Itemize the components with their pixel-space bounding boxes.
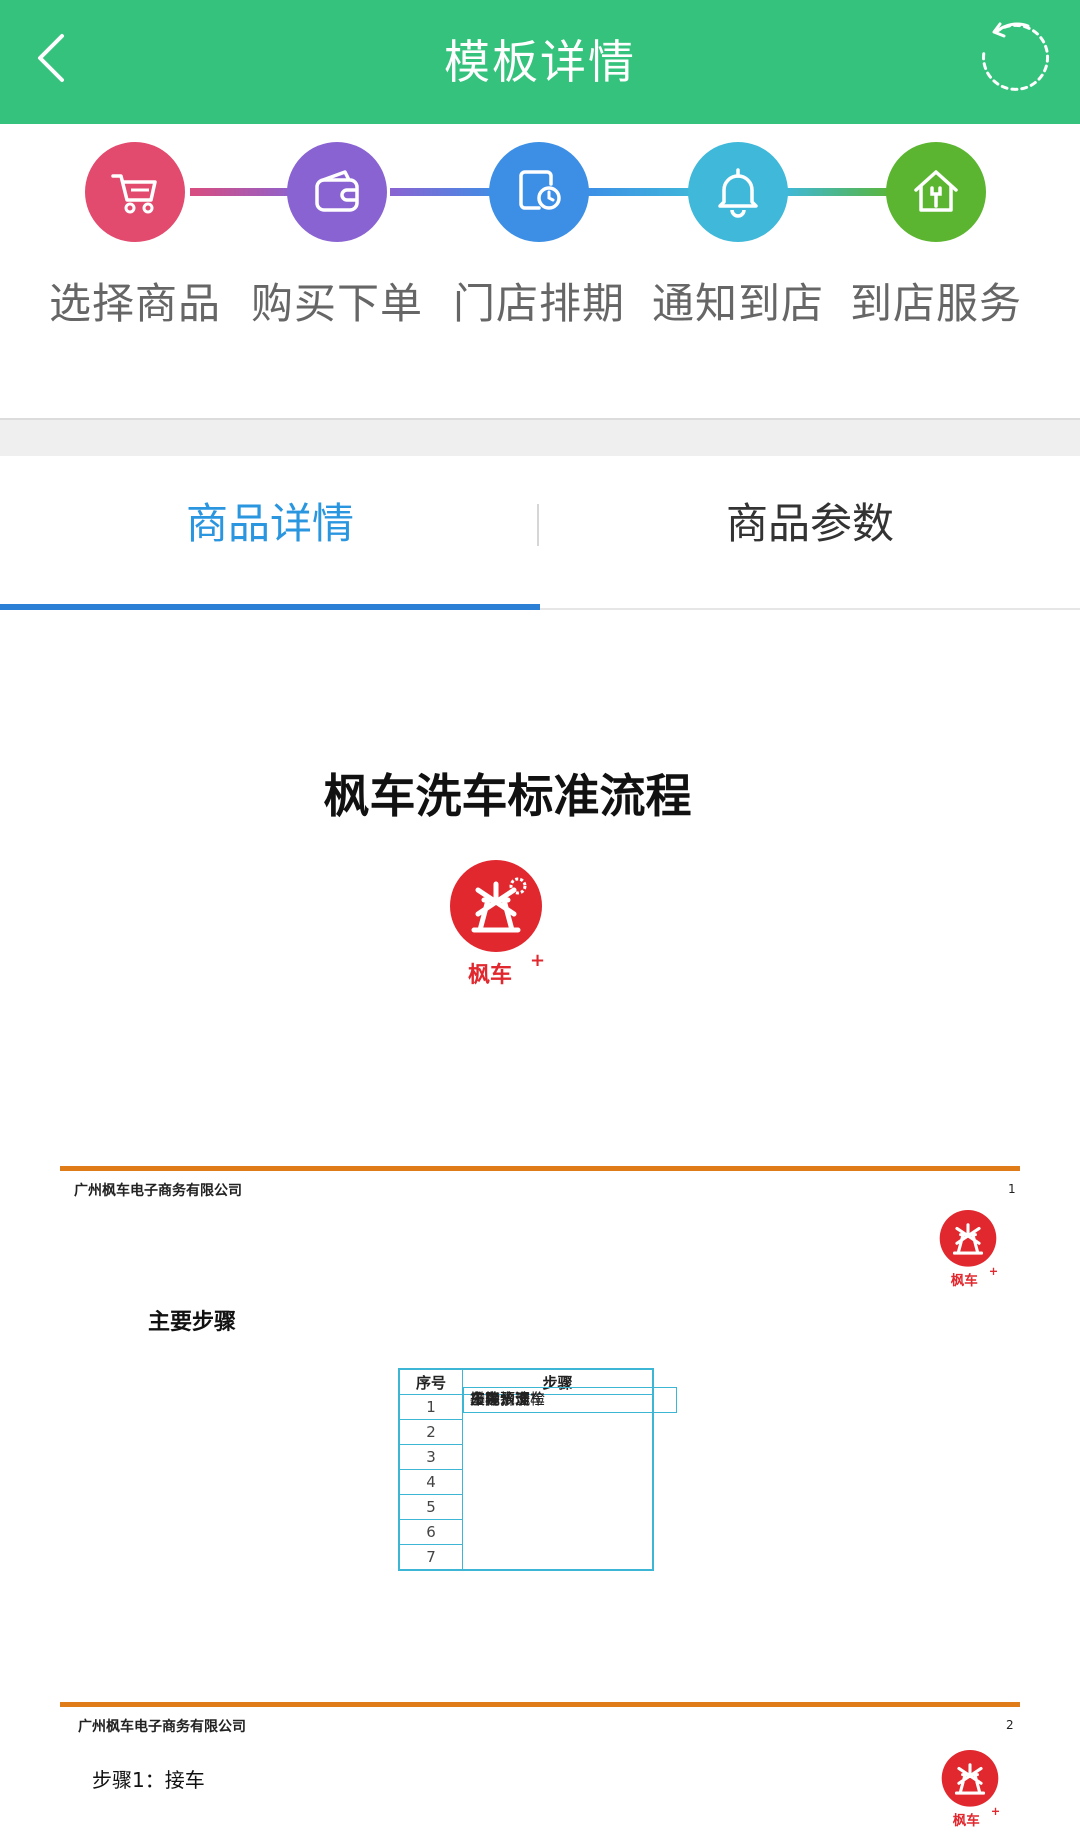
table-header-cell: 序号	[398, 1368, 463, 1395]
svg-text:枫车: 枫车	[951, 1272, 979, 1289]
svg-text:枫车: 枫车	[953, 1812, 981, 1829]
app-header: 模板详情	[0, 0, 1080, 124]
wallet-icon	[287, 142, 387, 242]
document-title: 枫车洗车标准流程	[323, 769, 692, 823]
step-select-goods: 选择商品	[35, 142, 235, 331]
schedule-icon	[489, 142, 589, 242]
tab-separator	[537, 504, 539, 546]
table-row: 2 车辆预洗	[398, 1387, 677, 1445]
brand-logo-small: 枫车 +	[941, 1750, 1000, 1829]
tab-bar: 商品详情 商品参数	[0, 456, 1080, 610]
page-number: 1	[1008, 1182, 1016, 1196]
process-steps: 选择商品 购买下单 门店排期 通知到店 到店服务	[0, 124, 1080, 418]
company-name: 广州枫车电子商务有限公司	[74, 1183, 242, 1199]
table-cell: 3	[398, 1444, 463, 1470]
step-label: 购买下单	[250, 279, 423, 328]
step-label: 到店服务	[849, 279, 1022, 328]
page-title: 模板详情	[444, 35, 636, 89]
steps-table: 序号 步骤 1 接车，环检 2 车辆预洗 3 车身清洗 4 去除水渍 5 车内清洁 6 上光…	[398, 1368, 677, 1571]
table-row: 6 上光护理	[398, 1387, 677, 1545]
tab-product-params[interactable]: 商品参数	[540, 456, 1080, 606]
table-cell: 6	[398, 1519, 463, 1545]
brand-logo-small: 枫车 +	[939, 1210, 998, 1289]
product-detail-content: 枫车洗车标准流程 枫车 + 广州枫车电子商务有限公司 1 枫车 + 主要步骤 序…	[0, 610, 1080, 1840]
page-number: 2	[1006, 1718, 1014, 1732]
page-divider-line	[60, 1166, 1020, 1171]
refresh-icon	[982, 22, 1050, 91]
step-store-schedule: 门店排期	[439, 142, 639, 331]
step-label: 选择商品	[48, 279, 221, 328]
table-cell: 4	[398, 1469, 463, 1495]
bell-icon	[688, 142, 788, 242]
service-home-icon	[886, 142, 986, 242]
svg-text:枫车: 枫车	[468, 962, 512, 988]
tab-product-details[interactable]: 商品详情	[0, 456, 540, 606]
table-cell: 5	[398, 1494, 463, 1520]
table-row: 3 车身清洗	[398, 1387, 677, 1470]
table-cell: 7	[398, 1544, 463, 1571]
section-divider	[0, 418, 1080, 458]
table-row: 7 质检，交车	[398, 1387, 677, 1571]
refresh-button[interactable]	[976, 20, 1052, 96]
table-row: 4 去除水渍	[398, 1387, 677, 1495]
svg-text:+: +	[991, 1805, 1000, 1818]
cart-icon	[85, 142, 185, 242]
step-label: 门店排期	[452, 279, 625, 328]
table-cell: 2	[398, 1419, 463, 1445]
step-notify-store: 通知到店	[638, 142, 838, 331]
step-label: 通知到店	[651, 279, 824, 328]
page-divider-line	[60, 1702, 1020, 1707]
svg-text:+: +	[989, 1265, 998, 1278]
company-name: 广州枫车电子商务有限公司	[78, 1719, 246, 1735]
step-heading: 步骤1：接车	[92, 1768, 205, 1792]
step-place-order: 购买下单	[237, 142, 437, 331]
brand-logo: 枫车 +	[450, 860, 544, 988]
table-cell: 1	[398, 1394, 463, 1420]
section-title: 主要步骤	[148, 1310, 237, 1335]
table-cell: 质检，交车	[463, 1387, 677, 1413]
svg-text:+: +	[530, 950, 544, 971]
table-row: 5 车内清洁	[398, 1387, 677, 1520]
step-in-store-service: 到店服务	[836, 142, 1036, 331]
